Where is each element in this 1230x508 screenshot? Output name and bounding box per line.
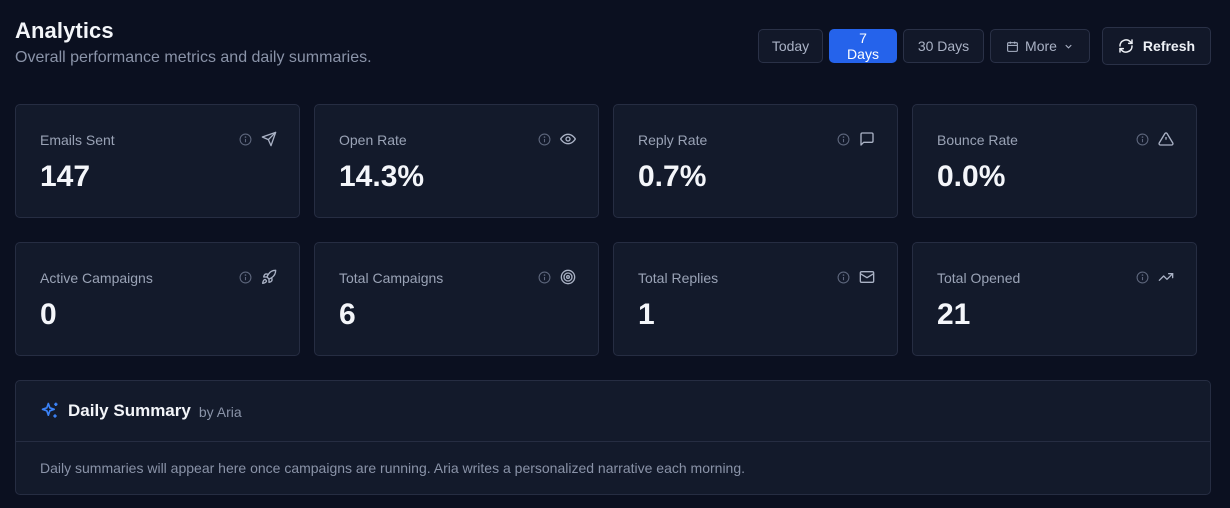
- refresh-label: Refresh: [1142, 38, 1196, 54]
- info-icon[interactable]: [1136, 271, 1149, 284]
- range-30-days-button[interactable]: 30 Days: [903, 29, 984, 63]
- refresh-icon: [1119, 39, 1133, 53]
- daily-summary-author: by Aria: [198, 404, 242, 420]
- metric-value: 0.7%: [638, 160, 707, 193]
- info-icon[interactable]: [538, 133, 551, 146]
- range-controls: Today 7 Days 30 Days More Refresh: [758, 27, 1211, 65]
- metric-value: 0: [40, 298, 57, 331]
- trending-up-icon: [1158, 273, 1174, 281]
- metric-label: Bounce Rate: [937, 132, 1018, 148]
- metric-card-active-campaigns: Active Campaigns 0: [15, 242, 300, 356]
- metric-label: Total Opened: [937, 270, 1021, 286]
- metric-card-total-campaigns: Total Campaigns 6: [314, 242, 599, 356]
- metric-label: Total Campaigns: [339, 270, 444, 286]
- metric-card-open-rate: Open Rate 14.3%: [314, 104, 599, 218]
- metric-card-emails-sent: Emails Sent 147: [15, 104, 300, 218]
- metric-value: 21: [937, 298, 971, 331]
- info-icon[interactable]: [1136, 133, 1149, 146]
- metric-value: 1: [638, 298, 655, 331]
- more-label: More: [1025, 38, 1057, 54]
- range-7-days-button[interactable]: 7 Days: [829, 29, 897, 63]
- daily-summary-body: Daily summaries will appear here once ca…: [40, 460, 746, 476]
- daily-summary-panel: Daily Summary by Aria Daily summaries wi…: [15, 380, 1211, 495]
- page-header: Analytics Overall performance metrics an…: [15, 18, 1211, 74]
- target-icon: [560, 269, 576, 285]
- metric-card-reply-rate: Reply Rate 0.7%: [613, 104, 898, 218]
- mail-icon: [859, 271, 875, 283]
- info-icon[interactable]: [837, 133, 850, 146]
- info-icon[interactable]: [239, 133, 252, 146]
- message-icon: [860, 132, 874, 146]
- metric-label: Emails Sent: [40, 132, 115, 148]
- metric-label: Reply Rate: [638, 132, 708, 148]
- calendar-icon: [1007, 41, 1018, 52]
- warning-icon: [1158, 132, 1174, 146]
- metric-value: 147: [40, 160, 91, 193]
- metric-value: 6: [339, 298, 356, 331]
- eye-icon: [560, 133, 576, 145]
- rocket-icon: [262, 269, 277, 284]
- info-icon[interactable]: [837, 271, 850, 284]
- refresh-button[interactable]: Refresh: [1102, 27, 1211, 65]
- chevron-down-icon: [1065, 44, 1072, 49]
- send-icon: [261, 131, 277, 147]
- metric-card-total-opened: Total Opened 21: [912, 242, 1197, 356]
- metric-card-bounce-rate: Bounce Rate 0.0%: [912, 104, 1197, 218]
- sparkles-icon: [41, 402, 58, 418]
- metric-label: Active Campaigns: [40, 270, 153, 286]
- metric-value: 14.3%: [339, 160, 425, 193]
- metric-label: Open Rate: [339, 132, 407, 148]
- metrics-row-2: Active Campaigns 0 Total Campaigns 6 Tot…: [15, 242, 1197, 356]
- metric-label: Total Replies: [638, 270, 719, 286]
- info-icon[interactable]: [239, 271, 252, 284]
- daily-summary-title: Daily Summary: [68, 401, 191, 420]
- range-more-dropdown[interactable]: More: [990, 29, 1090, 63]
- metric-value: 0.0%: [937, 160, 1006, 193]
- info-icon[interactable]: [538, 271, 551, 284]
- metrics-row-1: Emails Sent 147 Open Rate 14.3% Reply Ra…: [15, 104, 1197, 218]
- daily-summary-header: Daily Summary by Aria: [16, 381, 1210, 442]
- metric-card-total-replies: Total Replies 1: [613, 242, 898, 356]
- range-today-button[interactable]: Today: [758, 29, 823, 63]
